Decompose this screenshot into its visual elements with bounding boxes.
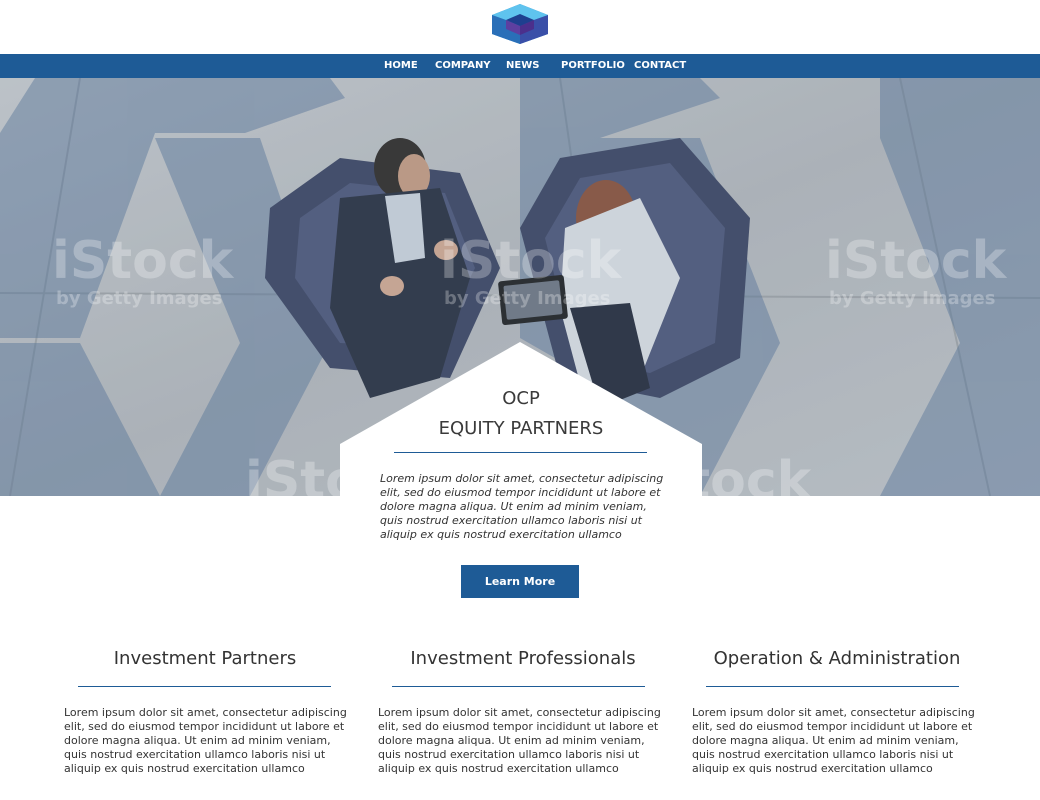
learn-more-button[interactable]: Learn More xyxy=(461,565,579,598)
watermark-text-2: iStock xyxy=(440,231,623,291)
column-text: Lorem ipsum dolor sit amet, consectetur … xyxy=(64,706,347,775)
column-text: Lorem ipsum dolor sit amet, consectetur … xyxy=(692,706,975,775)
nav-portfolio[interactable]: PORTFOLIO xyxy=(561,54,625,78)
column-divider xyxy=(706,686,959,687)
watermark-sub-3: by Getty Images xyxy=(829,288,995,309)
column-title: Operation & Administration xyxy=(713,648,961,669)
watermark-sub-1: by Getty Images xyxy=(56,288,222,309)
hero-title-line1: OCP xyxy=(502,388,540,409)
watermark-text-1: iStock xyxy=(52,231,235,291)
hexagon-cube-logo-icon[interactable] xyxy=(486,3,554,45)
main-nav: HOME COMPANY NEWS PORTFOLIO CONTACT xyxy=(0,54,1040,78)
hero-title-line2: EQUITY PARTNERS xyxy=(438,418,604,439)
hero-description: Lorem ipsum dolor sit amet, consectetur … xyxy=(380,472,664,541)
column-text: Lorem ipsum dolor sit amet, consectetur … xyxy=(378,706,661,775)
nav-news[interactable]: NEWS xyxy=(506,54,539,78)
column-divider xyxy=(78,686,331,687)
column-title: Investment Partners xyxy=(113,648,297,669)
site-header xyxy=(0,0,1040,54)
column-divider xyxy=(392,686,645,687)
nav-home[interactable]: HOME xyxy=(384,54,418,78)
watermark-sub-2: by Getty Images xyxy=(444,288,610,309)
watermark-text-3: iStock xyxy=(825,231,1008,291)
nav-contact[interactable]: CONTACT xyxy=(634,54,686,78)
column-title: Investment Professionals xyxy=(410,648,636,669)
nav-company[interactable]: COMPANY xyxy=(435,54,491,78)
hero-divider xyxy=(394,452,647,453)
